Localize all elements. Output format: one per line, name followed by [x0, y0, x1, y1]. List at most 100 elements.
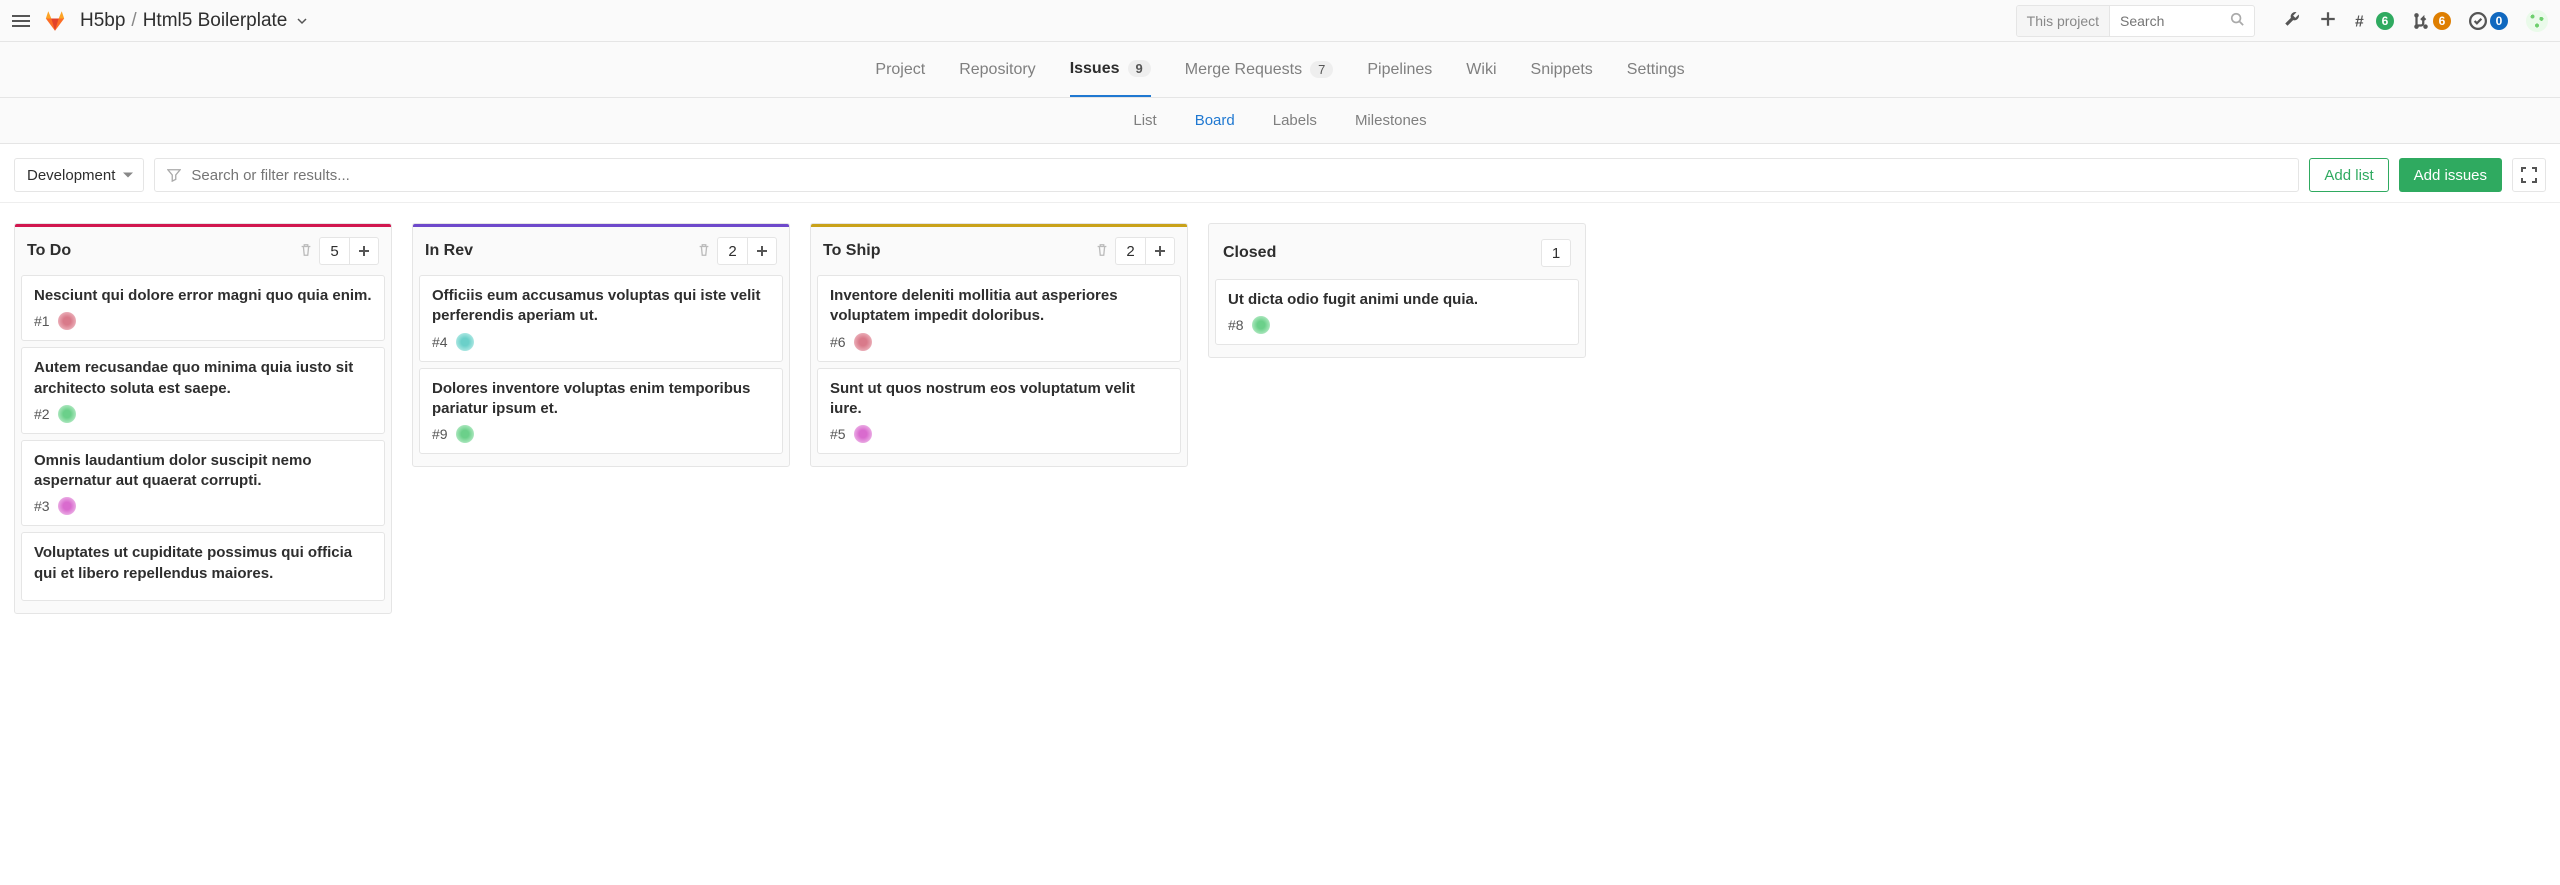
- nav-tab-settings[interactable]: Settings: [1627, 42, 1685, 97]
- nav-tab-issues[interactable]: Issues 9: [1070, 42, 1151, 97]
- nav-tab-project[interactable]: Project: [875, 42, 925, 97]
- filter-input[interactable]: [191, 167, 2286, 184]
- board-selector-dropdown[interactable]: Development: [14, 158, 144, 192]
- mr-count[interactable]: 6: [2412, 12, 2451, 30]
- issue-card[interactable]: Ut dicta odio fugit animi unde quia.#8: [1215, 279, 1579, 345]
- issue-ref: #6: [830, 334, 846, 350]
- nav-tab-merge-requests[interactable]: Merge Requests7: [1185, 42, 1334, 97]
- filter-bar[interactable]: [154, 158, 2299, 192]
- wrench-icon[interactable]: [2283, 10, 2301, 31]
- todos-count-badge: 0: [2490, 12, 2508, 30]
- plus-icon[interactable]: [2319, 10, 2337, 31]
- add-list-button[interactable]: Add list: [2309, 158, 2388, 192]
- issue-card[interactable]: Sunt ut quos nostrum eos voluptatum veli…: [817, 368, 1181, 455]
- breadcrumb[interactable]: H5bp / Html5 Boilerplate: [80, 10, 307, 32]
- user-avatar[interactable]: [2526, 10, 2548, 32]
- nav-tab-label: Settings: [1627, 61, 1685, 79]
- breadcrumb-group: H5bp: [80, 10, 125, 32]
- nav-tab-repository[interactable]: Repository: [959, 42, 1035, 97]
- assignee-avatar[interactable]: [58, 405, 76, 423]
- issue-card[interactable]: Officiis eum accusamus voluptas qui iste…: [419, 275, 783, 362]
- svg-text:#: #: [2355, 13, 2364, 29]
- issue-card-title: Omnis laudantium dolor suscipit nemo asp…: [34, 451, 372, 492]
- assignee-avatar[interactable]: [854, 425, 872, 443]
- issue-card-title: Dolores inventore voluptas enim temporib…: [432, 379, 770, 420]
- issue-ref: #1: [34, 313, 50, 329]
- nav-tab-label: Wiki: [1466, 61, 1496, 79]
- issue-card-meta: #9: [432, 425, 770, 443]
- issue-ref: #9: [432, 426, 448, 442]
- assignee-avatar[interactable]: [854, 333, 872, 351]
- subnav-board[interactable]: Board: [1195, 112, 1235, 129]
- column-header: Closed1: [1209, 227, 1585, 279]
- issues-count[interactable]: # 6: [2355, 12, 2394, 30]
- search-input[interactable]: [2110, 6, 2220, 36]
- hamburger-icon[interactable]: [12, 15, 30, 27]
- nav-tab-label: Merge Requests: [1185, 61, 1302, 79]
- subnav-milestones[interactable]: Milestones: [1355, 112, 1427, 129]
- search-scope-label: This project: [2017, 6, 2110, 36]
- assignee-avatar[interactable]: [456, 333, 474, 351]
- nav-tab-wiki[interactable]: Wiki: [1466, 42, 1496, 97]
- todos-count[interactable]: 0: [2469, 12, 2508, 30]
- global-search[interactable]: This project: [2016, 5, 2255, 37]
- column-body: Inventore deleniti mollitia aut asperior…: [811, 275, 1187, 466]
- issue-card[interactable]: Voluptates ut cupiditate possimus qui of…: [21, 532, 385, 601]
- issue-ref: #3: [34, 498, 50, 514]
- column-add-issue[interactable]: [1145, 237, 1175, 265]
- nav-tab-label: Pipelines: [1367, 61, 1432, 79]
- topbar-actions: # 6 6 0: [2283, 10, 2548, 32]
- breadcrumb-project: Html5 Boilerplate: [143, 10, 288, 32]
- board-column-todo: To Do5 Nesciunt qui dolore error magni qu…: [14, 223, 392, 614]
- column-add-issue[interactable]: [747, 237, 777, 265]
- board-column-toship: To Ship2Inventore deleniti mollitia aut …: [810, 223, 1188, 467]
- top-bar: H5bp / Html5 Boilerplate This project # …: [0, 0, 2560, 42]
- mr-count-badge: 6: [2433, 12, 2451, 30]
- issue-card-title: Officiis eum accusamus voluptas qui iste…: [432, 286, 770, 327]
- issue-card-meta: #6: [830, 333, 1168, 351]
- issue-board: To Do5 Nesciunt qui dolore error magni qu…: [0, 223, 2560, 644]
- issue-card[interactable]: Omnis laudantium dolor suscipit nemo asp…: [21, 440, 385, 527]
- issue-ref: #4: [432, 334, 448, 350]
- subnav-labels[interactable]: Labels: [1273, 112, 1317, 129]
- issue-card-meta: #4: [432, 333, 770, 351]
- issue-card[interactable]: Dolores inventore voluptas enim temporib…: [419, 368, 783, 455]
- column-count: 2: [717, 237, 747, 265]
- assignee-avatar[interactable]: [58, 312, 76, 330]
- project-nav: Project Repository Issues 9 Merge Requests7 P…: [0, 42, 2560, 98]
- column-body: Officiis eum accusamus voluptas qui iste…: [413, 275, 789, 466]
- column-count: 2: [1115, 237, 1145, 265]
- trash-icon[interactable]: [1095, 243, 1109, 260]
- column-header: In Rev 2: [413, 227, 789, 275]
- breadcrumb-separator: /: [131, 10, 136, 32]
- trash-icon[interactable]: [697, 243, 711, 260]
- issue-card[interactable]: Inventore deleniti mollitia aut asperior…: [817, 275, 1181, 362]
- nav-tab-pipelines[interactable]: Pipelines: [1367, 42, 1432, 97]
- issue-card-title: Ut dicta odio fugit animi unde quia.: [1228, 290, 1566, 310]
- issue-card-meta: #3: [34, 497, 372, 515]
- trash-icon[interactable]: [299, 243, 313, 260]
- issue-card-meta: #5: [830, 425, 1168, 443]
- issue-card[interactable]: Nesciunt qui dolore error magni quo quia…: [21, 275, 385, 341]
- column-add-issue[interactable]: [349, 237, 379, 265]
- nav-tab-label: Issues: [1070, 60, 1120, 78]
- column-count: 5: [319, 237, 349, 265]
- assignee-avatar[interactable]: [1252, 316, 1270, 334]
- assignee-avatar[interactable]: [58, 497, 76, 515]
- issue-card-title: Nesciunt qui dolore error magni quo quia…: [34, 286, 372, 306]
- column-header: To Do5: [15, 227, 391, 275]
- search-icon: [2220, 12, 2254, 29]
- fullscreen-button[interactable]: [2512, 158, 2546, 192]
- add-issues-label: Add issues: [2414, 167, 2487, 184]
- assignee-avatar[interactable]: [456, 425, 474, 443]
- add-issues-button[interactable]: Add issues: [2399, 158, 2502, 192]
- issue-ref: #2: [34, 406, 50, 422]
- issue-card[interactable]: Autem recusandae quo minima quia iusto s…: [21, 347, 385, 434]
- issue-card-title: Sunt ut quos nostrum eos voluptatum veli…: [830, 379, 1168, 420]
- subnav-list[interactable]: List: [1133, 112, 1156, 129]
- issue-card-title: Autem recusandae quo minima quia iusto s…: [34, 358, 372, 399]
- column-title: In Rev: [425, 242, 697, 260]
- nav-tab-count: 9: [1128, 60, 1151, 77]
- nav-tab-snippets[interactable]: Snippets: [1531, 42, 1593, 97]
- column-count: 1: [1541, 239, 1571, 267]
